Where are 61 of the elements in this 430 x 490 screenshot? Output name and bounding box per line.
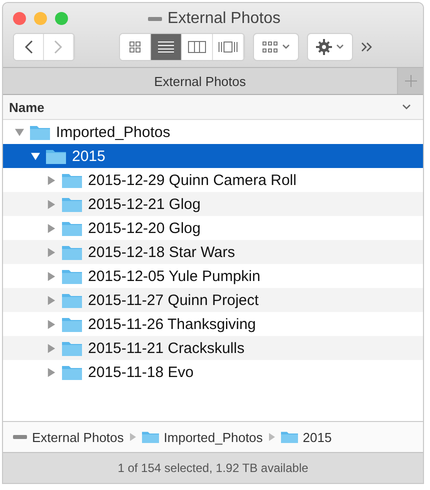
path-item[interactable]: External Photos: [13, 430, 124, 444]
collapsed-triangle-icon[interactable]: [47, 200, 56, 208]
folder-row[interactable]: 2015-12-18 Star Wars: [3, 240, 423, 264]
back-icon: [24, 40, 33, 54]
folder-icon: [62, 196, 82, 212]
zoom-button[interactable]: [55, 12, 68, 24]
collapsed-triangle-icon[interactable]: [47, 176, 56, 184]
folder-icon: [62, 292, 82, 308]
arrange-button[interactable]: [253, 33, 299, 61]
folder-icon: [46, 148, 66, 164]
folder-row[interactable]: 2015-12-21 Glog: [3, 192, 423, 216]
folder-icon: [30, 124, 50, 140]
folder-icon: [62, 220, 82, 236]
forward-icon: [54, 40, 63, 54]
folder-icon: [62, 316, 82, 332]
view-mode-button[interactable]: [151, 34, 182, 60]
folder-icon: [62, 268, 82, 284]
view-mode-button[interactable]: [120, 34, 151, 60]
settings-button[interactable]: [307, 33, 353, 61]
window-title: External Photos: [168, 10, 280, 28]
collapsed-triangle-icon[interactable]: [47, 344, 56, 352]
new-tab-button[interactable]: [397, 68, 423, 94]
collapsed-triangle-icon[interactable]: [47, 368, 56, 376]
plus-icon: [404, 75, 416, 87]
gear-icon: [316, 39, 332, 55]
drive-icon: [13, 435, 27, 439]
list-icon: [158, 41, 174, 53]
separator-icon: [130, 433, 136, 441]
collapsed-triangle-icon[interactable]: [47, 272, 56, 280]
collapsed-triangle-icon[interactable]: [47, 320, 56, 328]
close-button[interactable]: [13, 12, 26, 24]
expanded-triangle-icon[interactable]: [31, 152, 40, 160]
chevron-icon[interactable]: [402, 104, 411, 110]
path-item[interactable]: 2015: [280, 430, 332, 444]
chevron-icon: [336, 44, 344, 50]
grid-icon: [262, 41, 278, 53]
folder-row[interactable]: 2015-11-21 Crackskulls: [3, 336, 423, 360]
folder-icon: [280, 430, 298, 444]
column-header[interactable]: Name: [9, 100, 44, 114]
back-button[interactable]: [14, 34, 44, 60]
chevron-icon: [282, 44, 290, 50]
status-bar: 1 of 154 selected, 1.92 TB available: [3, 452, 423, 483]
tab[interactable]: External Photos: [3, 68, 397, 94]
folder-icon: [62, 340, 82, 356]
separator-icon: [268, 433, 275, 441]
expanded-triangle-icon[interactable]: [15, 128, 24, 136]
grid-icon: [129, 41, 141, 53]
drive-icon: [148, 17, 162, 21]
folder-icon: [62, 172, 82, 188]
folder-icon: [62, 364, 82, 380]
folder-icon: [142, 430, 159, 444]
folder-row[interactable]: 2015: [3, 144, 423, 168]
cover-flow-icon: [218, 41, 238, 53]
path-item[interactable]: Imported_Photos: [142, 430, 263, 444]
collapsed-triangle-icon[interactable]: [47, 224, 56, 232]
collapsed-triangle-icon[interactable]: [47, 296, 56, 304]
more-toolbar-icon[interactable]: [361, 42, 373, 52]
folder-icon: [62, 244, 82, 260]
collapsed-triangle-icon[interactable]: [47, 248, 56, 256]
columns-icon: [188, 41, 206, 53]
folder-row[interactable]: 2015-11-27 Quinn Project: [3, 288, 423, 312]
